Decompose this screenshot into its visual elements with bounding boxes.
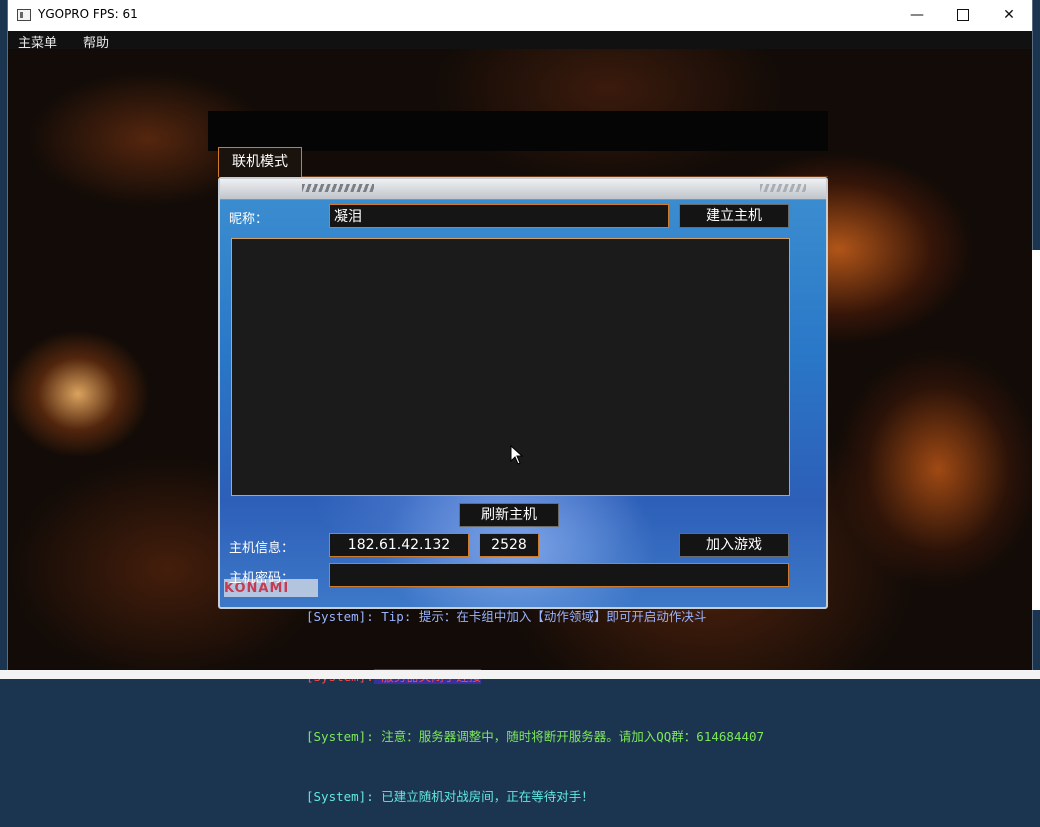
log-text: 注意：服务器调整中，随时将断开服务器。请加入QQ群：614684407	[373, 729, 765, 744]
system-log: [System]: Tip: 提示：在卡组中加入【动作领域】即可开启动作决斗 […	[306, 567, 906, 827]
background-window-edge	[1032, 250, 1040, 610]
log-tag: [System]:	[306, 789, 374, 804]
log-line: [System]: 注意：服务器调整中，随时将断开服务器。请加入QQ群：6146…	[306, 727, 906, 747]
host-ip-input[interactable]	[329, 533, 469, 557]
log-line: [System]: 已建立随机对战房间，正在等待对手！	[306, 787, 906, 807]
panel-grille-right	[760, 184, 806, 192]
title-bar[interactable]: YGOPRO FPS: 61 — ✕	[8, 0, 1032, 31]
join-game-button[interactable]: 加入游戏	[679, 533, 789, 557]
minimize-button[interactable]: —	[894, 0, 940, 31]
app-icon	[17, 9, 31, 21]
dialog-shadow-strip	[208, 111, 828, 151]
log-tag: [System]:	[306, 609, 374, 624]
panel-header-bar	[220, 179, 826, 200]
host-password-label: 主机密码：	[229, 571, 295, 586]
panel-grille-left	[302, 184, 374, 192]
window-title: YGOPRO FPS: 61	[38, 7, 138, 21]
refresh-host-button[interactable]: 刷新主机	[459, 503, 559, 527]
nickname-input[interactable]	[329, 204, 669, 228]
log-tag: [System]:	[306, 729, 374, 744]
lobby-panel: 昵称： 建立主机 刷新主机 主机信息： 加入游戏 KONAMI 主机密码：	[218, 177, 828, 609]
maximize-icon	[957, 9, 969, 21]
host-info-label: 主机信息：	[229, 541, 295, 556]
online-mode-dialog: 联机模式 昵称： 建立主机 刷新主机 主机信息： 加入游戏 KONAMI 主	[218, 147, 828, 609]
log-text: 已建立随机对战房间，正在等待对手！	[373, 789, 594, 804]
host-port-input[interactable]	[479, 533, 539, 557]
menu-bar: 主菜单 帮助	[8, 31, 1032, 51]
log-text: Tip: 提示：在卡组中加入【动作领域】即可开启动作决斗	[373, 609, 707, 624]
close-button[interactable]: ✕	[986, 0, 1032, 31]
background-explorer-edge	[0, 670, 1040, 679]
nickname-label: 昵称：	[229, 212, 269, 227]
tab-online-mode[interactable]: 联机模式	[218, 147, 302, 177]
maximize-button[interactable]	[940, 0, 986, 31]
create-host-button[interactable]: 建立主机	[679, 204, 789, 228]
log-line: [System]: Tip: 提示：在卡组中加入【动作领域】即可开启动作决斗	[306, 607, 906, 627]
